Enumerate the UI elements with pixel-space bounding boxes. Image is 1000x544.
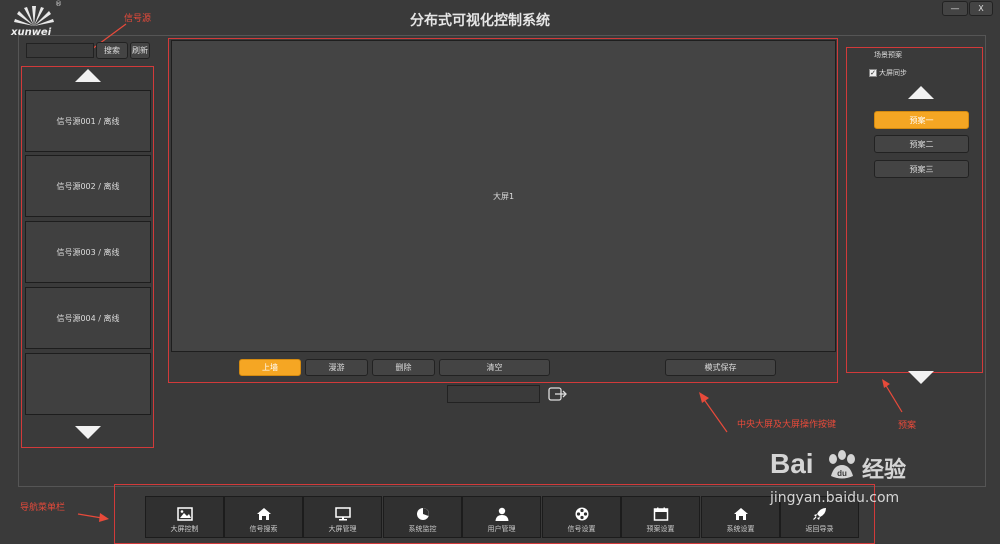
source-card[interactable]: 信号源002 / 离线 [25, 155, 151, 217]
pie-chart-icon [416, 508, 429, 520]
source-scroll-down-button[interactable] [75, 426, 101, 439]
user-icon [495, 507, 508, 521]
watermark-brand-suffix: 经验 [862, 458, 907, 483]
source-card[interactable]: 信号源004 / 离线 [25, 287, 151, 349]
nav-item-screen-management[interactable]: 大屏管理 [303, 496, 382, 538]
upload-wall-button[interactable]: 上墙 [239, 359, 301, 376]
film-reel-icon [575, 507, 588, 521]
nav-item-label: 信号设置 [567, 525, 596, 533]
preset-item[interactable]: 预案三 [874, 160, 969, 178]
nav-item-system-settings[interactable]: 系统设置 [701, 496, 780, 538]
source-label: 信号源001 / 离线 [56, 116, 120, 126]
annotation-center-screen: 中央大屏及大屏操作按键 [737, 420, 837, 430]
clear-button[interactable]: 清空 [439, 359, 550, 376]
baidu-watermark: Bai du 经验 jingyan.baidu.com [770, 448, 970, 518]
export-icon[interactable] [548, 387, 568, 401]
home-icon [733, 508, 748, 520]
nav-item-screen-control[interactable]: 大屏控制 [145, 496, 224, 538]
preset-scroll-up-button[interactable] [908, 86, 934, 99]
mode-name-input[interactable] [447, 385, 540, 403]
nav-item-label: 系统监控 [408, 525, 437, 533]
logo-registered: ® [55, 0, 62, 8]
nav-item-label: 系统设置 [726, 525, 755, 533]
delete-button[interactable]: 删除 [372, 359, 435, 376]
search-button[interactable]: 搜索 [96, 42, 128, 59]
roam-button[interactable]: 漫游 [305, 359, 368, 376]
svg-text:du: du [837, 469, 847, 478]
sync-label: 大屏同步 [879, 69, 907, 77]
logo-rays-icon [14, 6, 54, 26]
app-title: 分布式可视化控制系统 [410, 13, 550, 29]
nav-item-preset-settings[interactable]: 预案设置 [621, 496, 700, 538]
preset-item[interactable]: 预案二 [874, 135, 969, 153]
nav-item-system-monitor[interactable]: 系统监控 [383, 496, 462, 538]
nav-item-label: 返回导录 [805, 525, 834, 533]
source-label: 信号源002 / 离线 [56, 181, 120, 191]
nav-item-label: 大屏管理 [328, 525, 357, 533]
preset-title: 场景预案 [874, 51, 902, 59]
save-mode-button[interactable]: 模式保存 [665, 359, 776, 376]
annotation-preset: 预案 [898, 421, 917, 431]
nav-item-user-management[interactable]: 用户管理 [462, 496, 541, 538]
preset-scroll-down-button[interactable] [908, 371, 934, 384]
annotation-arrow-center [699, 392, 728, 433]
nav-item-label: 用户管理 [487, 525, 516, 533]
paw-icon: du [829, 450, 855, 479]
logo: ® xunwei [8, 0, 62, 38]
source-card[interactable] [25, 353, 151, 415]
watermark-brand: Bai [770, 448, 814, 479]
sync-checkbox[interactable]: ✓ [869, 69, 877, 77]
source-scroll-up-button[interactable] [75, 69, 101, 82]
source-card[interactable]: 信号源003 / 离线 [25, 221, 151, 283]
source-card[interactable]: 信号源001 / 离线 [25, 90, 151, 152]
annotation-arrow-nav [77, 513, 109, 522]
monitor-icon [334, 507, 351, 521]
image-icon [176, 507, 193, 521]
nav-item-label: 信号搜索 [249, 525, 278, 533]
big-screen[interactable]: 大屏1 [171, 40, 836, 352]
search-input[interactable] [26, 43, 94, 58]
refresh-button[interactable]: 刷新 [130, 42, 150, 59]
source-label: 信号源003 / 离线 [56, 247, 120, 257]
home-icon [256, 508, 271, 520]
annotation-nav-menu: 导航菜单栏 [20, 503, 66, 513]
minimize-button[interactable]: — [942, 1, 968, 16]
watermark-url: jingyan.baidu.com [770, 490, 900, 506]
calendar-icon [653, 507, 668, 521]
nav-item-signal-search[interactable]: 信号搜索 [224, 496, 303, 538]
annotation-arrow-preset [882, 379, 903, 413]
nav-item-signal-settings[interactable]: 信号设置 [542, 496, 621, 538]
source-label: 信号源004 / 离线 [56, 313, 120, 323]
nav-item-label: 预案设置 [646, 525, 675, 533]
close-button[interactable]: X [969, 1, 993, 16]
preset-item[interactable]: 预案一 [874, 111, 969, 129]
big-screen-label: 大屏1 [492, 191, 515, 201]
nav-item-label: 大屏控制 [170, 525, 199, 533]
